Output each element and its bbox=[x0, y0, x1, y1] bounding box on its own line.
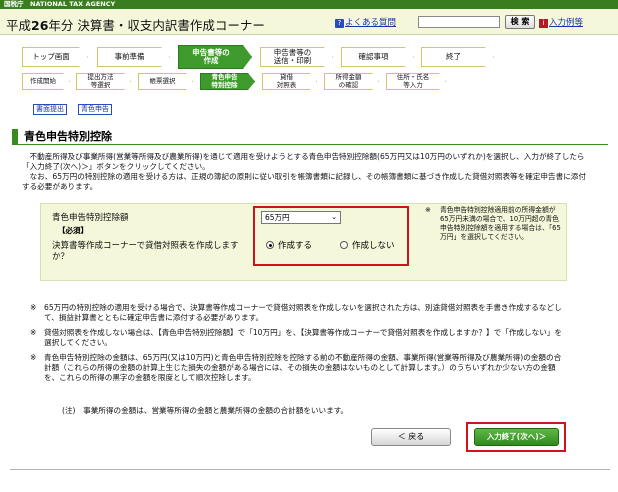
faq-link[interactable]: ? よくある質問 bbox=[335, 16, 396, 28]
deduction-select[interactable]: 65万円 ⌄ bbox=[261, 211, 341, 224]
step-top[interactable]: トップ画面 bbox=[22, 47, 88, 67]
search-input[interactable] bbox=[418, 16, 500, 28]
note-mark: ※ bbox=[425, 206, 431, 214]
back-button[interactable]: ＜ 戻る bbox=[371, 428, 451, 446]
chevron-down-icon: ⌄ bbox=[331, 213, 337, 221]
intro-paragraph-1: 不動産所得及び事業所得(営業等所得及び農業所得)を通じて適用を受けようとする青色… bbox=[22, 152, 585, 171]
search-button[interactable]: 検 索 bbox=[505, 15, 535, 29]
footnote-2: ※ 貸借対照表を作成しない場合は、【青色申告特別控除額】で「10万円」を、【決算書… bbox=[30, 328, 562, 347]
footnote-sub: (注) 事業所得の金額は、営業等所得の金額と農業所得の金額の合計額をいいます。 bbox=[62, 406, 349, 415]
question-icon: ? bbox=[335, 19, 344, 28]
page-title: 平成26年分 決算書・収支内訳書作成コーナー bbox=[6, 18, 265, 33]
tab-paper-submission: 書面提出 bbox=[33, 104, 67, 115]
substep-address-name[interactable]: 住所・氏名 等入力 bbox=[386, 73, 446, 90]
step-end[interactable]: 終了 bbox=[421, 47, 494, 67]
substep-income-check[interactable]: 所得金額 の確認 bbox=[324, 73, 379, 90]
header-bar: 平成26年分 決算書・収支内訳書作成コーナー ? よくある質問 検 索 i 入力例等 bbox=[0, 9, 618, 35]
radio-create-no[interactable]: 作成しない bbox=[340, 241, 395, 252]
agency-banner: 国税庁 NATIONAL TAX AGENCY bbox=[0, 0, 618, 9]
next-button[interactable]: 入力終了(次へ)＞ bbox=[474, 428, 559, 446]
radio-empty-icon bbox=[340, 241, 348, 249]
deduction-label: 青色申告特別控除額 bbox=[52, 213, 129, 223]
radio-selected-icon bbox=[266, 241, 274, 249]
required-badge: 【必須】 bbox=[58, 226, 88, 235]
substep-balance-sheet[interactable]: 貸借 対照表 bbox=[262, 73, 317, 90]
substep-submission-method[interactable]: 提出方法 等選択 bbox=[76, 73, 131, 90]
intro-paragraph-2: なお、65万円の特別控除の適用を受ける方は、正規の簿記の原則に従い取引を帳簿書類… bbox=[22, 172, 586, 191]
step-create[interactable]: 申告書等の 作成 bbox=[178, 45, 252, 69]
step-send-print[interactable]: 申告書等の 送信・印刷 bbox=[260, 47, 333, 67]
balance-sheet-question: 決算書等作成コーナーで貸借対照表を作成しますか？ bbox=[52, 241, 239, 262]
substep-form-select[interactable]: 帳票選択 bbox=[138, 73, 193, 90]
input-example-link[interactable]: i 入力例等 bbox=[539, 16, 583, 28]
section-title: 青色申告特別控除 bbox=[12, 129, 608, 145]
tab-blue-return: 青色申告 bbox=[78, 104, 112, 115]
footer-divider bbox=[10, 469, 610, 470]
footnote-1: ※ 65万円の特別控除の適用を受ける場合で、決算書等作成コーナーで貸借対照表を作成… bbox=[30, 303, 562, 322]
substep-start[interactable]: 作成開始 bbox=[22, 73, 70, 90]
info-icon: i bbox=[539, 19, 548, 28]
step-preparation[interactable]: 事前準備 bbox=[97, 47, 170, 67]
radio-create-yes[interactable]: 作成する bbox=[266, 241, 312, 252]
footnote-3: ※ 青色申告特別控除の金額は、65万円(又は10万円)と青色申告特別控除を控除する… bbox=[30, 353, 562, 382]
substep-blue-deduction[interactable]: 青色申告 特別控除 bbox=[200, 73, 255, 90]
step-confirm[interactable]: 確認事項 bbox=[341, 47, 414, 67]
deduction-note: 青色申告特別控除適用前の所得金額が65万円未満の場合で、10万円超の青色申告特別… bbox=[440, 206, 561, 241]
